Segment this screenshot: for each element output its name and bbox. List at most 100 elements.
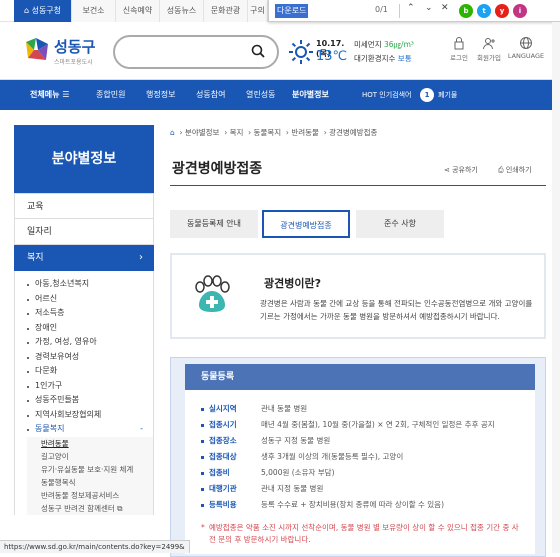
- share-button[interactable]: ⋖ 공유하기: [444, 165, 478, 175]
- gnb-item-open[interactable]: 열린성동: [246, 80, 275, 110]
- instagram-icon[interactable]: i: [513, 4, 527, 18]
- home-icon: ⌂: [23, 6, 30, 15]
- top-tab-news[interactable]: 성동뉴스: [160, 0, 204, 22]
- side-sub-animal[interactable]: 동물복지 -: [27, 422, 153, 437]
- breadcrumb-item[interactable]: 동물복지: [254, 128, 282, 137]
- top-tab-reserve[interactable]: 신속예약: [116, 0, 160, 22]
- top-tab-culture[interactable]: 문화관광: [204, 0, 248, 22]
- globe-icon: [520, 37, 532, 49]
- side-sub3-info[interactable]: 반려동물 정보제공서비스: [27, 488, 153, 502]
- top-tab-label: 성동구청: [31, 6, 62, 15]
- find-bar: 다운로드 0/1 ⌃ ⌄ ✕ b t y i: [268, 0, 560, 22]
- find-prev-icon[interactable]: ⌃: [407, 3, 415, 13]
- blog-icon[interactable]: b: [459, 4, 473, 18]
- air-quality: 미세먼지 36㎍/m³ 대기환경지수 보통: [354, 40, 414, 63]
- weather-temp: 13℃: [316, 49, 348, 64]
- side-sub-multicultural[interactable]: 다문화: [27, 364, 153, 379]
- tab-rabies-vaccination[interactable]: 광견병예방접종: [262, 210, 350, 238]
- side-sub3-protection[interactable]: 유기·유실동물 보호·지원 체계: [27, 462, 153, 476]
- gnb-item-participate[interactable]: 성동참여: [196, 80, 225, 110]
- search-icon[interactable]: [251, 44, 265, 58]
- side-sub-single[interactable]: 1인가구: [27, 379, 153, 394]
- language-link[interactable]: LANGUAGE: [506, 36, 546, 60]
- info-text: 광견병은 사람과 동물 간에 교상 등을 통해 전파되는 인수공동전염병으로 개…: [260, 299, 533, 321]
- info-heading: 광견병이란?: [264, 277, 321, 290]
- side-sub3-happy[interactable]: 동물행복식: [27, 475, 153, 489]
- top-tab-seongdong[interactable]: ⌂ 성동구청: [14, 0, 72, 22]
- side-sub3-pets[interactable]: 반려동물: [27, 436, 153, 450]
- hamburger-icon: ☰: [62, 90, 70, 99]
- logo-subtitle: 스마트포용도시: [54, 59, 93, 66]
- registration-header: 동물등록: [185, 364, 535, 390]
- all-menu-button[interactable]: 전체메뉴 ☰: [30, 80, 69, 110]
- tab-compliance[interactable]: 준수 사항: [356, 210, 444, 238]
- lock-icon: [454, 37, 464, 50]
- breadcrumb-item[interactable]: 반려동물: [291, 128, 319, 137]
- breadcrumb-item[interactable]: 복지: [230, 128, 244, 137]
- side-sub-disabled[interactable]: 장애인: [27, 321, 153, 336]
- side-nav: 분야별정보 교육 일자리 복지 › 아동,청소년복지 어르신 저소득층 장애인 가…: [14, 125, 154, 515]
- side-nav-title: 분야별정보: [14, 125, 154, 193]
- side-sub3-cats[interactable]: 길고양이: [27, 449, 153, 463]
- side-menu-education[interactable]: 교육: [14, 193, 154, 219]
- breadcrumb-current: 광견병예방접종: [329, 128, 378, 137]
- logo-name: 성동구: [54, 38, 96, 56]
- breadcrumb: ⌂ › 분야별정보 › 복지 › 동물복지 › 반려동물 › 광견병예방접종: [170, 128, 378, 137]
- side-sub-elderly[interactable]: 어르신: [27, 292, 153, 307]
- hot-keyword-rank: 1: [420, 88, 434, 102]
- side-menu-jobs[interactable]: 일자리: [14, 219, 154, 245]
- find-count: 0/1: [375, 5, 388, 14]
- side-submenu: 아동,청소년복지 어르신 저소득층 장애인 가정, 여성, 영유아 경력보유여성…: [14, 271, 154, 515]
- air-index-value: 보통: [397, 54, 412, 63]
- home-icon: ⌂: [170, 128, 175, 137]
- hot-keyword-link[interactable]: 폐기물: [438, 80, 457, 110]
- title-divider: [170, 185, 546, 186]
- top-tab-council[interactable]: 구의: [248, 0, 268, 22]
- logo-mark-icon: [26, 38, 48, 60]
- paw-medical-icon: [195, 275, 230, 312]
- twitter-icon[interactable]: t: [477, 4, 491, 18]
- gnb-item-civil[interactable]: 종합민원: [96, 80, 125, 110]
- print-icon: ⎙: [498, 166, 504, 174]
- breadcrumb-item[interactable]: 분야별정보: [185, 128, 220, 137]
- registration-body: 실시지역 관내 동물 병원 접종시기 매년 4월 중(봄철), 10월 중(가을철)…: [185, 390, 535, 554]
- gnb-item-admin[interactable]: 행정정보: [146, 80, 175, 110]
- top-site-bar: ⌂ 성동구청 보건소 신속예약 성동뉴스 문화관광 구의 다운로드 0/1 ⌃ …: [0, 0, 560, 22]
- registration-box: 동물등록 실시지역 관내 동물 병원 접종시기 매년 4월 중(봄철), 10월 중…: [170, 357, 546, 557]
- find-next-icon[interactable]: ⌄: [425, 3, 433, 13]
- side-sub3-center[interactable]: 성동구 반려견 함께센터 ⧉: [27, 501, 153, 515]
- registration-note: 예방접종은 약품 소진 시까지 선착순이며, 동물 병원 별 보유량이 상이 할…: [201, 522, 521, 546]
- side-sub-care[interactable]: 성동주민들봄: [27, 393, 153, 408]
- page-title: 광견병예방접종: [172, 161, 263, 177]
- global-nav: 전체메뉴 ☰ 종합민원 행정정보 성동참여 열린성동 분야별정보 HOT 인기검…: [0, 80, 560, 110]
- sun-icon: [289, 40, 313, 64]
- hot-keyword-label: HOT 인기검색어: [362, 91, 412, 99]
- tab-registration-guide[interactable]: 동물등록제 안내: [170, 210, 258, 238]
- collapse-toggle: -: [140, 424, 143, 433]
- find-input[interactable]: 다운로드: [275, 4, 309, 18]
- side-sub-council[interactable]: 지역사회보장협의체: [27, 408, 153, 423]
- print-button[interactable]: ⎙ 인쇄하기: [498, 165, 532, 175]
- site-header: 성동구 스마트포용도시 10.17.(목) 13℃ 미세먼지 36㎍/m³ 대기…: [0, 22, 560, 80]
- rabies-info-box: 광견병이란? 광견병은 사람과 동물 간에 교상 등을 통해 전파되는 인수공동…: [170, 253, 546, 339]
- gnb-item-field[interactable]: 분야별정보: [292, 80, 329, 110]
- side-sub-career-women[interactable]: 경력보유여성: [27, 350, 153, 365]
- chevron-right-icon: ›: [139, 252, 143, 263]
- page-scrollbar[interactable]: [552, 22, 560, 553]
- side-sub-youth[interactable]: 아동,청소년복지: [27, 277, 153, 292]
- side-sub-family[interactable]: 가정, 여성, 영유아: [27, 335, 153, 350]
- login-link[interactable]: 로그인: [444, 36, 474, 62]
- join-link[interactable]: 회원가입: [474, 36, 504, 62]
- side-sub-lowincome[interactable]: 저소득층: [27, 306, 153, 321]
- find-close-icon[interactable]: ✕: [441, 3, 449, 13]
- youtube-icon[interactable]: y: [495, 4, 509, 18]
- site-logo[interactable]: 성동구 스마트포용도시: [24, 32, 104, 72]
- weather-widget: 10.17.(목) 13℃: [288, 35, 348, 71]
- top-tab-health[interactable]: 보건소: [72, 0, 116, 22]
- user-add-icon: [483, 38, 495, 50]
- find-separator: [399, 4, 400, 18]
- share-icon: ⋖: [444, 166, 450, 174]
- side-menu-welfare[interactable]: 복지 ›: [14, 245, 154, 271]
- external-link-icon: ⧉: [117, 503, 123, 513]
- search-input[interactable]: [113, 35, 279, 69]
